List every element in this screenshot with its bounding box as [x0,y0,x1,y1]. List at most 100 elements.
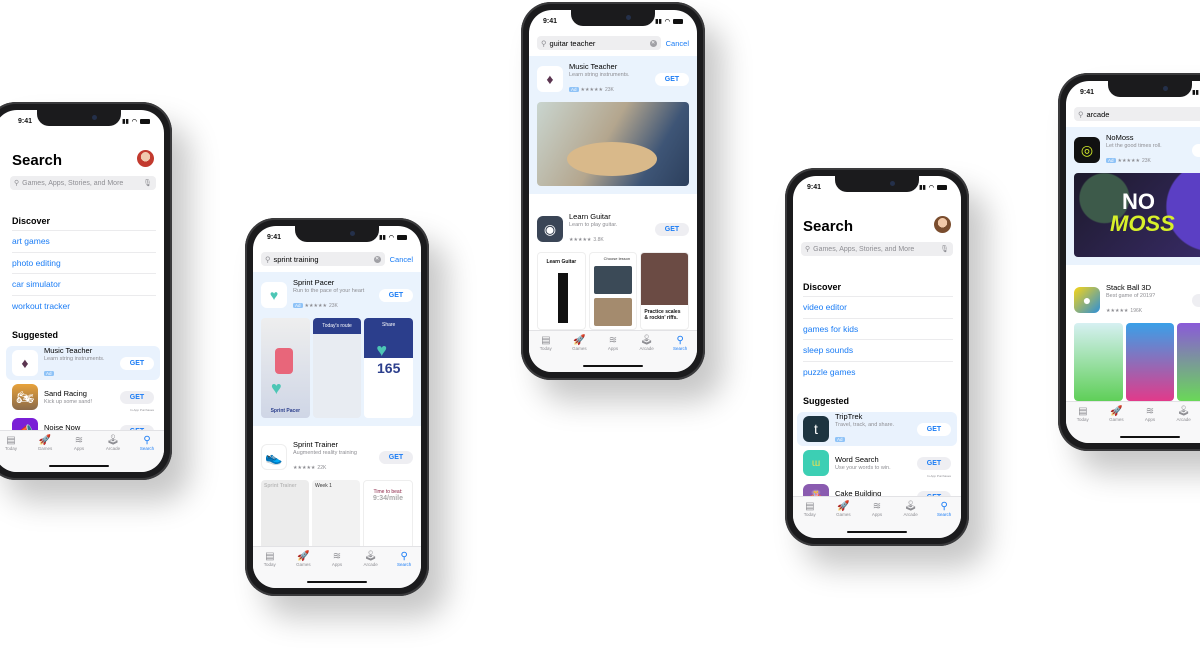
microphone-icon[interactable]: 🎙 [940,245,949,253]
search-icon: ⚲ [541,38,547,48]
app-store-showcase: 9:41 ▮▮ ◠ Search ⚲ Games, Apps, Stories, … [0,0,1200,654]
search-input[interactable]: ⚲ guitar teacher ✕ [537,36,661,50]
get-button[interactable]: GET [917,456,951,470]
notch [37,110,121,126]
rating-count: 23K [328,303,338,309]
in-app-purchases-note: In-App Purchases [927,474,951,478]
star-rating: ★★★★★ [580,87,603,93]
get-button[interactable]: GET [655,72,689,86]
app-name: Stack Ball 3D [1106,283,1152,292]
search-input[interactable]: ⚲ sprint training ✕ [261,252,385,266]
home-indicator [847,530,907,533]
suggested-app-row[interactable]: 🏍 Sand Racing Kick up some sand! GET In-… [6,380,160,414]
screen: 9:41 ▮▮◠ ⚲ arcade ✕ ◎ NoMoss Let the goo… [1066,81,1200,443]
microphone-icon[interactable]: 🎙 [143,179,152,187]
search-input[interactable]: ⚲ arcade ✕ [1074,107,1200,121]
tab-label: Search [397,562,412,567]
ad-result[interactable]: ♥ Sprint Pacer Run to the pace of your h… [253,272,421,426]
discover-item[interactable]: photo editing [12,251,156,274]
tab-today[interactable]: ▤ Today [1066,406,1100,443]
today-icon: ▤ [805,501,815,512]
get-button[interactable] [1192,143,1200,157]
suggested-heading: Suggested [803,396,850,406]
ad-badge: Ad [44,371,54,376]
tab-today[interactable]: ▤ Today [0,435,28,472]
today-icon: ▤ [6,435,16,446]
get-button[interactable]: GET [917,422,951,436]
hero-title-line1: NO [1122,189,1155,214]
suggested-app-row[interactable]: ♦ Music Teacher Learn string instruments… [6,346,160,380]
search-icon: ⚲ [143,435,151,446]
clear-icon[interactable]: ✕ [649,39,657,47]
rocket-icon: 🚀 [297,551,310,562]
screenshot: Practice scales & rockin' riffs. [640,252,690,330]
joystick-icon: 🕹 [106,435,120,446]
get-button[interactable]: GET [379,288,413,302]
search-icon: ⚲ [14,180,20,187]
tab-search[interactable]: ⚲ Search [130,435,164,472]
nomoss-app-icon: ◎ [1074,137,1100,163]
suggested-app-row[interactable]: ɯ Word Search Use your words to win. GET… [797,446,957,480]
suggested-app-row[interactable]: t TripTrek Travel, track, and share. Ad … [797,412,957,446]
rocket-icon: 🚀 [1110,406,1123,417]
home-indicator [49,464,109,467]
discover-item[interactable]: art games [12,230,156,252]
screenshot [1125,323,1175,401]
rocket-icon: 🚀 [38,435,52,446]
tab-search[interactable]: ⚲ Search [927,501,961,538]
battery-icon [397,234,407,240]
organic-result[interactable]: ◉ Learn Guitar Learn to play guitar. ★★★… [529,206,697,338]
tab-search[interactable]: ⚲ Search [663,335,697,372]
discover-item[interactable]: workout tracker [12,294,156,317]
star-rating: ★★★★★ [293,465,316,471]
phone-search-home-2: 9:41 ▮▮ ◠ Search ⚲ Games, Apps, Stories, … [785,168,969,546]
discover-list: art games photo editing car simulator wo… [12,230,156,316]
discover-item[interactable]: car simulator [12,273,156,295]
cancel-button[interactable]: Cancel [390,255,413,264]
account-avatar[interactable] [137,150,154,167]
wifi-icon: ◠ [664,18,670,25]
screenshot: Today's route [312,318,362,418]
tab-search[interactable]: ⚲ Search [387,551,421,588]
ad-result[interactable]: ◎ NoMoss Let the good times roll. Ad ★★★★… [1066,127,1200,265]
screenshot-caption: Share [364,318,414,358]
tab-today[interactable]: ▤ Today [253,551,287,588]
joystick-icon: 🕹 [1177,406,1190,417]
clear-icon[interactable]: ✕ [373,255,381,263]
tab-label: Today [539,346,552,351]
discover-item[interactable]: games for kids [803,317,953,340]
tab-label: Games [572,346,587,351]
rating-count: 23K [604,87,614,93]
search-input[interactable]: ⚲ Games, Apps, Stories, and More 🎙 [801,242,953,256]
discover-item[interactable]: video editor [803,296,953,318]
discover-item[interactable]: puzzle games [803,360,953,383]
search-row: ⚲ sprint training ✕ Cancel [261,252,413,266]
sand-racing-app-icon: 🏍 [12,384,38,410]
hero-title-line2: MOSS [1110,211,1175,236]
get-button[interactable]: GET [655,222,689,236]
app-name: Sand Racing [44,389,87,398]
tab-label: Today [4,446,17,451]
account-avatar[interactable] [934,216,951,233]
ad-result[interactable]: ♦ Music Teacher Learn string instruments… [529,56,697,194]
tab-today[interactable]: ▤ Today [529,335,563,372]
apps-stack-icon: ≋ [1145,406,1155,417]
wifi-icon: ◠ [131,118,137,125]
phone-search-results-arcade: 9:41 ▮▮◠ ⚲ arcade ✕ ◎ NoMoss Let the goo… [1058,73,1200,451]
get-button[interactable]: GET [379,450,413,464]
search-input[interactable]: ⚲ Games, Apps, Stories, and More 🎙 [10,176,156,190]
get-button[interactable] [1192,293,1200,307]
organic-result[interactable]: ● Stack Ball 3D Best game of 2019? ★★★★★… [1066,277,1200,409]
tab-today[interactable]: ▤ Today [793,501,827,538]
phone-search-home-1: 9:41 ▮▮ ◠ Search ⚲ Games, Apps, Stories, … [0,102,172,480]
screenshots: Sprint Pacer ♥ Today's route Share 165 ♥ [253,318,421,426]
search-row: ⚲ arcade ✕ [1074,107,1200,121]
app-subtitle: Learn string instruments. [569,72,630,78]
get-button[interactable]: GET [120,390,154,404]
page-title: Search [12,152,63,169]
cancel-button[interactable]: Cancel [666,39,689,48]
discover-item[interactable]: sleep sounds [803,339,953,361]
get-button[interactable]: GET [120,356,154,370]
tab-label: Games [296,562,311,567]
battery-icon [140,118,150,124]
